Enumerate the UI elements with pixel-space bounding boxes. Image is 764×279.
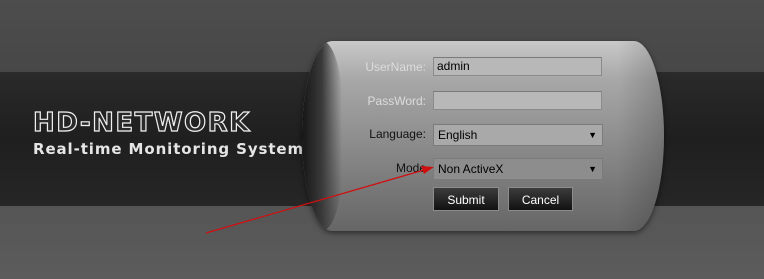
red-arrow-annotation [205, 166, 434, 234]
arrow-head [421, 166, 434, 174]
arrow-shaft [205, 169, 425, 234]
